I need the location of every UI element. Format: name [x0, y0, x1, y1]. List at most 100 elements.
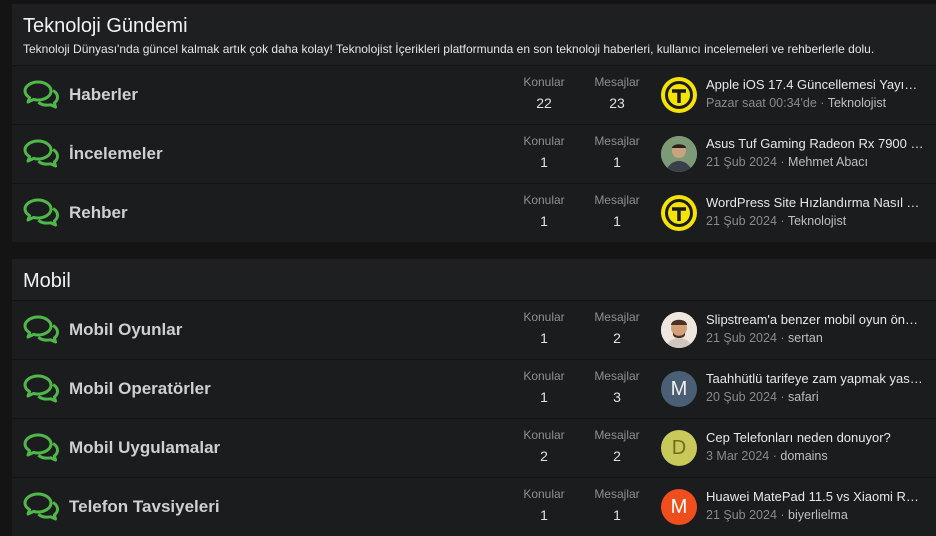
messages-label: Mesajlar — [594, 310, 640, 324]
latest-post: Taahhütlü tarifeye zam yapmak yasal mı? … — [706, 370, 924, 406]
node-title[interactable]: Mobil Operatörler — [69, 360, 211, 418]
messages-stat: Mesajlar 1 — [582, 133, 652, 171]
messages-stat: Mesajlar 23 — [582, 74, 652, 112]
latest-user[interactable]: safari — [788, 390, 819, 404]
category-title[interactable]: Teknoloji Gündemi — [23, 15, 925, 38]
latest-meta: 20 Şub 2024 · safari — [706, 388, 924, 406]
latest-user[interactable]: biyerlielma — [788, 508, 848, 522]
messages-label: Mesajlar — [594, 428, 640, 442]
node-title[interactable]: Haberler — [69, 66, 138, 124]
latest-date[interactable]: 21 Şub 2024 — [706, 155, 777, 169]
latest-meta: 21 Şub 2024 · sertan — [706, 329, 924, 347]
chat-bubbles-icon — [23, 492, 59, 521]
latest-date[interactable]: 21 Şub 2024 — [706, 214, 777, 228]
messages-count: 2 — [613, 330, 621, 346]
latest-user[interactable]: Teknolojist — [828, 96, 886, 110]
category-block-mobil: Mobil Mobil Oyunlar Konular 1 Mesajlar 2 S… — [12, 259, 936, 536]
latest-thread-link[interactable]: Cep Telefonları neden donuyor? — [706, 429, 924, 447]
messages-count: 1 — [613, 507, 621, 523]
threads-count: 1 — [540, 507, 548, 523]
node-title[interactable]: Mobil Uygulamalar — [69, 419, 220, 477]
threads-stat: Konular 1 — [509, 368, 579, 406]
latest-date[interactable]: 21 Şub 2024 — [706, 508, 777, 522]
node-title[interactable]: Rehber — [69, 184, 128, 242]
latest-date[interactable]: 21 Şub 2024 — [706, 331, 777, 345]
category-header: Mobil — [12, 259, 936, 300]
latest-post: Huawei MatePad 11.5 vs Xiaomi Redmi Pad … — [706, 488, 924, 524]
meta-separator: · — [772, 449, 777, 463]
category-title[interactable]: Mobil — [23, 270, 925, 293]
latest-user[interactable]: domains — [780, 449, 827, 463]
chat-bubbles-icon — [23, 139, 59, 168]
meta-separator: · — [780, 155, 785, 169]
messages-count: 1 — [613, 213, 621, 229]
messages-stat: Mesajlar 2 — [582, 427, 652, 465]
latest-thread-link[interactable]: Apple iOS 17.4 Güncellemesi Yayınlandı — [706, 76, 924, 94]
latest-user[interactable]: Mehmet Abacı — [788, 155, 868, 169]
latest-thread-link[interactable]: Taahhütlü tarifeye zam yapmak yasal mı? — [706, 370, 924, 388]
threads-label: Konular — [523, 310, 565, 324]
threads-count: 2 — [540, 448, 548, 464]
threads-stat: Konular 1 — [509, 192, 579, 230]
latest-meta: Pazar saat 00:34'de · Teknolojist — [706, 94, 924, 112]
forum-node[interactable]: Telefon Tavsiyeleri Konular 1 Mesajlar 1 M… — [12, 477, 936, 536]
messages-stat: Mesajlar 1 — [582, 486, 652, 524]
chat-bubbles-icon — [23, 374, 59, 403]
forum-node[interactable]: Haberler Konular 22 Mesajlar 23 Apple iOS … — [12, 65, 936, 124]
teknolojist-logo-icon[interactable] — [661, 195, 697, 231]
messages-label: Mesajlar — [594, 75, 640, 89]
latest-user[interactable]: sertan — [788, 331, 823, 345]
latest-date[interactable]: 3 Mar 2024 — [706, 449, 769, 463]
messages-stat: Mesajlar 3 — [582, 368, 652, 406]
threads-label: Konular — [523, 193, 565, 207]
latest-date[interactable]: 20 Şub 2024 — [706, 390, 777, 404]
avatar[interactable]: M — [661, 489, 697, 525]
threads-count: 22 — [536, 95, 552, 111]
latest-post: Apple iOS 17.4 Güncellemesi Yayınlandı P… — [706, 76, 924, 112]
chat-bubbles-icon — [23, 198, 59, 227]
latest-thread-link[interactable]: Huawei MatePad 11.5 vs Xiaomi Redmi Pad — [706, 488, 924, 506]
messages-stat: Mesajlar 2 — [582, 309, 652, 347]
avatar[interactable] — [661, 136, 697, 172]
messages-count: 23 — [609, 95, 625, 111]
threads-count: 1 — [540, 213, 548, 229]
threads-label: Konular — [523, 428, 565, 442]
threads-count: 1 — [540, 389, 548, 405]
category-description: Teknoloji Dünyası'nda güncel kalmak artı… — [23, 42, 875, 56]
threads-label: Konular — [523, 75, 565, 89]
latest-meta: 21 Şub 2024 · Teknolojist — [706, 212, 924, 230]
category-header: Teknoloji Gündemi Teknoloji Dünyası'nda … — [12, 4, 936, 65]
threads-count: 1 — [540, 330, 548, 346]
forum-node[interactable]: İncelemeler Konular 1 Mesajlar 1 Asus Tuf … — [12, 124, 936, 183]
node-title[interactable]: Mobil Oyunlar — [69, 301, 182, 359]
avatar[interactable]: M — [661, 371, 697, 407]
forum-node[interactable]: Mobil Operatörler Konular 1 Mesajlar 3 M T… — [12, 359, 936, 418]
forum-node[interactable]: Mobil Uygulamalar Konular 2 Mesajlar 2 D C… — [12, 418, 936, 477]
threads-stat: Konular 2 — [509, 427, 579, 465]
teknolojist-logo-icon[interactable] — [661, 77, 697, 113]
messages-count: 2 — [613, 448, 621, 464]
avatar[interactable] — [661, 312, 697, 348]
forum-node[interactable]: Mobil Oyunlar Konular 1 Mesajlar 2 Slipstr… — [12, 300, 936, 359]
messages-stat: Mesajlar 1 — [582, 192, 652, 230]
latest-post: Asus Tuf Gaming Radeon Rx 7900 XT İncele… — [706, 135, 924, 171]
category-block-teknoloji-gundemi: Teknoloji Gündemi Teknoloji Dünyası'nda … — [12, 4, 936, 242]
messages-count: 3 — [613, 389, 621, 405]
latest-thread-link[interactable]: WordPress Site Hızlandırma Nasıl Yapılır… — [706, 194, 924, 212]
node-title[interactable]: Telefon Tavsiyeleri — [69, 478, 220, 536]
latest-thread-link[interactable]: Slipstream'a benzer mobil oyun önerisi — [706, 311, 924, 329]
threads-stat: Konular 1 — [509, 133, 579, 171]
chat-bubbles-icon — [23, 315, 59, 344]
latest-user[interactable]: Teknolojist — [788, 214, 846, 228]
latest-date[interactable]: Pazar saat 00:34'de — [706, 96, 817, 110]
threads-label: Konular — [523, 134, 565, 148]
messages-label: Mesajlar — [594, 193, 640, 207]
threads-stat: Konular 1 — [509, 309, 579, 347]
latest-thread-link[interactable]: Asus Tuf Gaming Radeon Rx 7900 XT İncele… — [706, 135, 924, 153]
avatar[interactable]: D — [661, 430, 697, 466]
node-title[interactable]: İncelemeler — [69, 125, 163, 183]
threads-stat: Konular 1 — [509, 486, 579, 524]
messages-label: Mesajlar — [594, 487, 640, 501]
messages-label: Mesajlar — [594, 134, 640, 148]
forum-node[interactable]: Rehber Konular 1 Mesajlar 1 WordPress Site… — [12, 183, 936, 242]
